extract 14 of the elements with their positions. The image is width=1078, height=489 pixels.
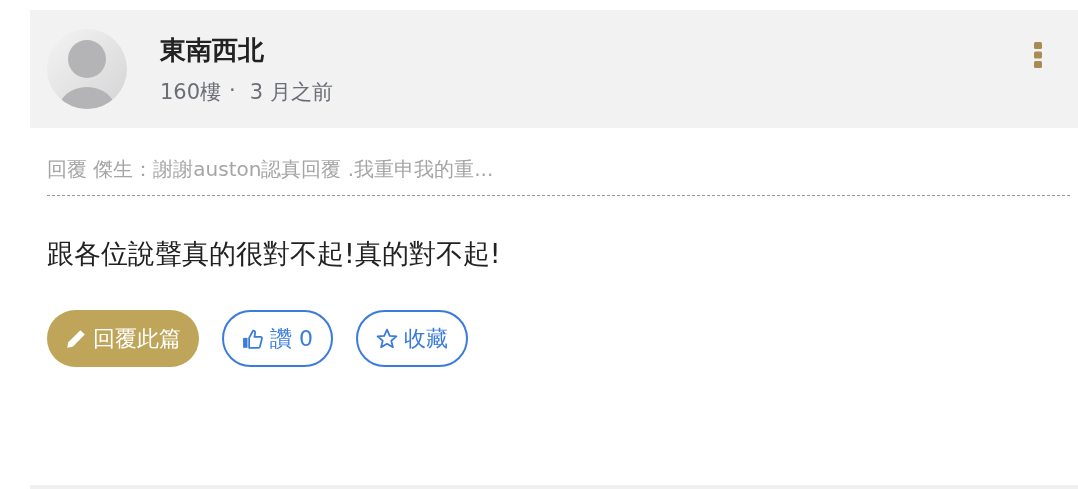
thumbs-up-icon bbox=[242, 327, 264, 350]
favorite-button[interactable]: 收藏 bbox=[356, 310, 468, 367]
separator: · bbox=[229, 77, 236, 104]
avatar-icon bbox=[47, 29, 127, 109]
like-button[interactable]: 讚 0 bbox=[222, 310, 333, 367]
post-time: 3 月之前 bbox=[249, 78, 333, 106]
reply-button[interactable]: 回覆此篇 bbox=[47, 310, 199, 367]
quoted-reply: 回覆 傑生：謝謝auston認真回覆 .我重申我的重... bbox=[47, 156, 1070, 196]
author-name[interactable]: 東南西北 bbox=[160, 32, 264, 68]
post-body: 跟各位說聲真的很對不起!真的對不起! bbox=[47, 237, 502, 271]
pencil-icon bbox=[65, 327, 87, 350]
more-icon[interactable] bbox=[1034, 42, 1042, 68]
star-icon bbox=[376, 327, 398, 350]
floor-number: 160樓 bbox=[160, 78, 222, 106]
